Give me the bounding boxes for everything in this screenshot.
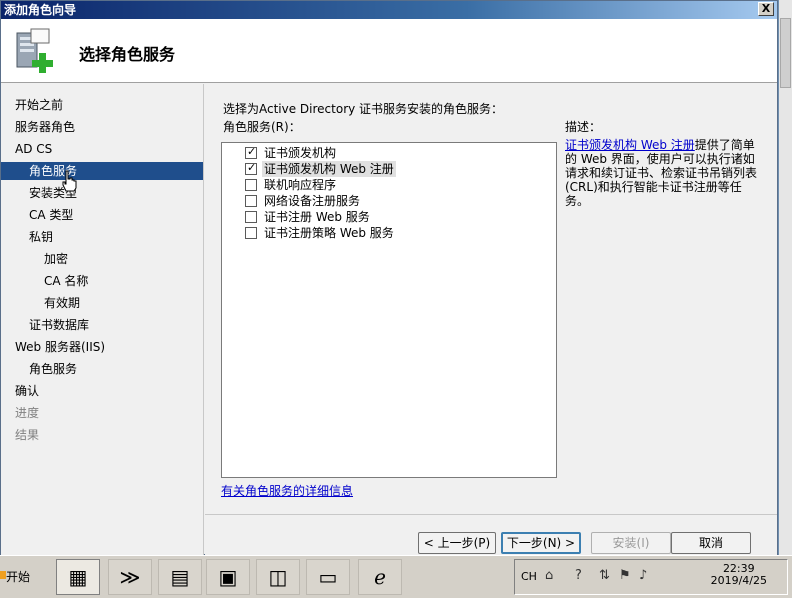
volume-icon[interactable]: ♪ <box>639 568 647 584</box>
content-panel: 选择为Active Directory 证书服务安装的角色服务： 角色服务(R)… <box>205 84 777 514</box>
title-bar[interactable]: 添加角色向导 X <box>1 1 777 19</box>
network-icon[interactable]: ⇅ <box>599 568 610 584</box>
window-title: 添加角色向导 <box>4 3 77 17</box>
role-services-list[interactable]: ✓ 证书颁发机构 ✓ 证书颁发机构 Web 注册 联机响应程序 网络设备注册服务… <box>221 142 557 478</box>
role-checkbox-enrollment-web-service[interactable] <box>245 211 257 223</box>
nav-item-before-you-begin[interactable]: 开始之前 <box>1 96 203 114</box>
description-title: 描述： <box>565 120 602 134</box>
wizard-nav: 开始之前 服务器角色 AD CS 角色服务 安装类型 CA 类型 私钥 加密 C… <box>1 84 204 556</box>
nav-item-setup-type[interactable]: 安装类型 <box>1 184 203 202</box>
cancel-button[interactable]: 取消 <box>671 532 751 554</box>
more-info-link[interactable]: 有关角色服务的详细信息 <box>221 482 353 499</box>
role-checkbox-ca[interactable]: ✓ <box>245 145 257 159</box>
page-title: 选择角色服务 <box>79 45 176 64</box>
nav-item-ad-cs[interactable]: AD CS <box>1 140 203 158</box>
role-checkbox-online-responder[interactable] <box>245 179 257 191</box>
role-services-label: 角色服务(R)： <box>223 120 301 134</box>
nav-item-role-services[interactable]: 角色服务 <box>1 162 203 180</box>
nav-item-private-key[interactable]: 私钥 <box>1 228 203 246</box>
powershell-taskbar-icon[interactable]: ≫ <box>108 559 152 595</box>
help-icon[interactable]: ? <box>575 568 582 584</box>
nav-item-cryptography[interactable]: 加密 <box>1 250 203 268</box>
button-bar: < 上一步(P) 下一步(N) > 安装(I) 取消 <box>205 514 777 556</box>
internet-explorer-taskbar-icon[interactable]: ℯ <box>358 559 402 595</box>
description-text: 证书颁发机构 Web 注册提供了简单的 Web 界面，使用户可以执行诸如请求和续… <box>565 138 758 208</box>
nav-item-ca-type[interactable]: CA 类型 <box>1 206 203 224</box>
start-button[interactable]: 开始 <box>0 560 44 594</box>
nav-item-web-server[interactable]: Web 服务器(IIS) <box>1 338 203 356</box>
previous-button[interactable]: < 上一步(P) <box>418 532 496 554</box>
input-language[interactable]: CH <box>521 560 537 594</box>
server-add-icon <box>16 28 53 73</box>
nav-item-web-role-services[interactable]: 角色服务 <box>1 360 203 378</box>
install-button: 安装(I) <box>591 532 671 554</box>
role-checkbox-ca-web-enrollment[interactable]: ✓ <box>245 161 257 175</box>
role-checkbox-ndes[interactable] <box>245 195 257 207</box>
hand-cursor-icon <box>62 170 77 192</box>
nav-item-results: 结果 <box>15 428 40 442</box>
system-tray: CH ⌂ ? ⇅ ⚑ ♪ 22:39 2019/4/25 <box>514 559 788 595</box>
description-link[interactable]: 证书颁发机构 Web 注册 <box>565 138 695 152</box>
nav-item-confirmation[interactable]: 确认 <box>1 382 203 400</box>
nav-item-ca-name[interactable]: CA 名称 <box>1 272 203 290</box>
computer-taskbar-icon[interactable]: ▣ <box>206 559 250 595</box>
taskbar: 开始 ▦ ≫ ▤ ▣ ◫ ▭ ℯ CH ⌂ ? ⇅ ⚑ ♪ 22:39 2019… <box>0 555 792 598</box>
wizard-window: 添加角色向导 X 选择角色服务 开始之前 服务器角色 AD CS 角色服务 安装… <box>0 0 778 556</box>
flag-icon[interactable]: ⚑ <box>619 568 631 584</box>
control-panel-taskbar-icon[interactable]: ◫ <box>256 559 300 595</box>
instruction-text: 选择为Active Directory 证书服务安装的角色服务： <box>223 102 504 116</box>
nav-item-server-roles[interactable]: 服务器角色 <box>1 118 203 136</box>
desktop-scroll-thumb[interactable] <box>780 18 791 88</box>
folder-taskbar-icon[interactable]: ▭ <box>306 559 350 595</box>
nav-item-validity-period[interactable]: 有效期 <box>1 294 203 312</box>
tray-icon[interactable]: ⌂ <box>545 568 553 584</box>
clock[interactable]: 22:39 2019/4/25 <box>711 563 767 587</box>
nav-item-progress: 进度 <box>15 406 40 420</box>
role-checkbox-enrollment-policy-web-service[interactable] <box>245 227 257 239</box>
server-manager-taskbar-icon[interactable]: ▦ <box>56 559 100 595</box>
wizard-header: 选择角色服务 <box>1 19 777 83</box>
explorer-taskbar-icon[interactable]: ▤ <box>158 559 202 595</box>
next-button[interactable]: 下一步(N) > <box>501 532 581 554</box>
close-button[interactable]: X <box>758 2 774 16</box>
nav-item-certificate-database[interactable]: 证书数据库 <box>1 316 203 334</box>
